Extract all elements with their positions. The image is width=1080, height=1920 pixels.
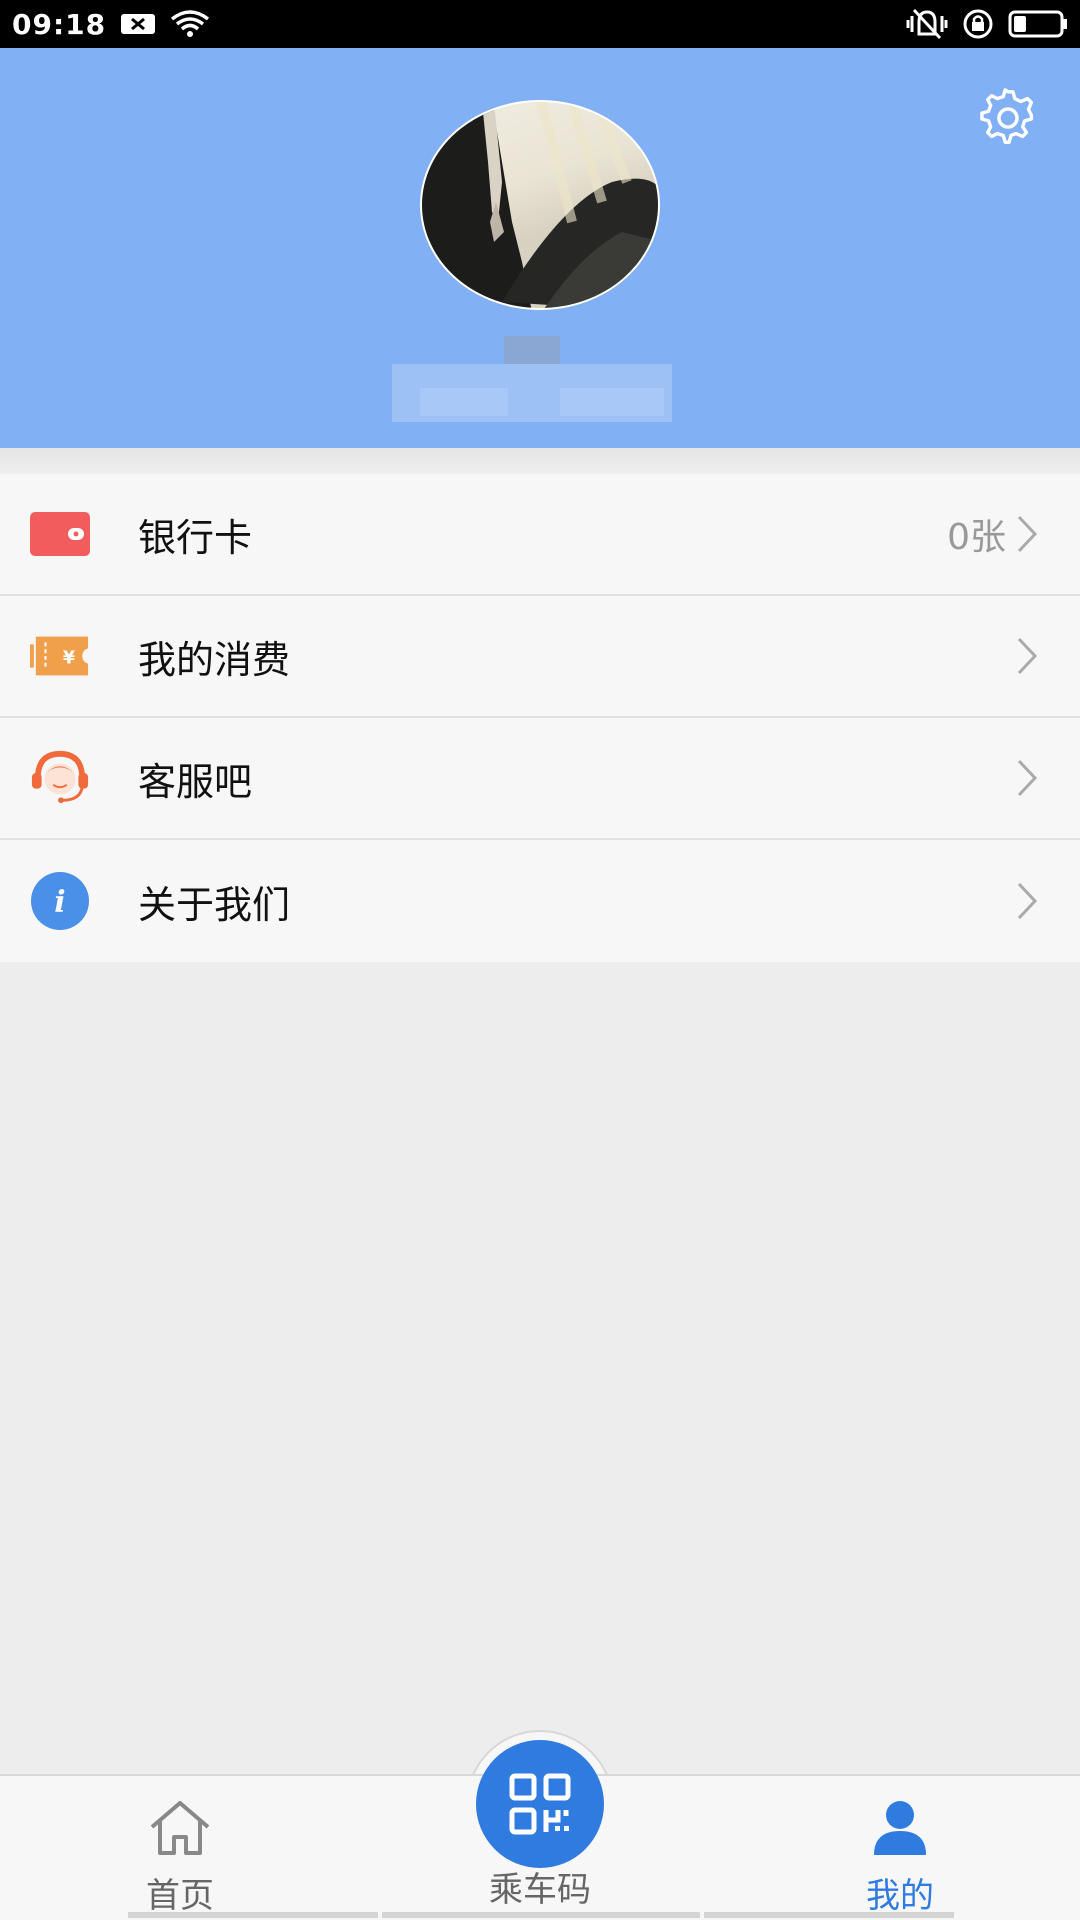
- nav-me-label: 我的: [866, 1876, 934, 1916]
- rotation-lock-icon: [962, 8, 994, 40]
- menu-item-bank-card[interactable]: 银行卡 0张: [0, 474, 1080, 596]
- bank-card-count: 0张: [947, 517, 1006, 558]
- status-time: 09:18: [12, 7, 107, 41]
- svg-text:i: i: [54, 885, 65, 920]
- chevron-right-icon: [1016, 636, 1038, 676]
- svg-text:¥: ¥: [63, 649, 75, 669]
- vibrate-icon: [906, 8, 948, 40]
- home-indicator: [128, 1912, 378, 1918]
- settings-button[interactable]: [976, 86, 1040, 150]
- ride-code-button[interactable]: [476, 1740, 604, 1868]
- wifi-icon: [170, 9, 210, 39]
- home-indicator: [382, 1912, 700, 1918]
- username-redacted: [392, 336, 672, 440]
- menu-item-label: 我的消费: [138, 637, 291, 682]
- menu-item-customer-service[interactable]: 客服吧: [0, 718, 1080, 840]
- nav-me[interactable]: 我的: [770, 1776, 1030, 1920]
- menu-item-label: 银行卡: [138, 515, 253, 560]
- gear-icon: [978, 88, 1038, 148]
- wallet-icon: [30, 504, 90, 564]
- divider: [0, 448, 1080, 474]
- menu-item-about-us[interactable]: i 关于我们: [0, 840, 1080, 962]
- nav-home-label: 首页: [146, 1876, 214, 1916]
- nav-home[interactable]: 首页: [50, 1776, 310, 1920]
- avatar[interactable]: [420, 100, 660, 310]
- chevron-right-icon: [1016, 514, 1038, 554]
- qr-code-icon: [508, 1772, 572, 1836]
- menu-item-label: 关于我们: [138, 882, 291, 927]
- nav-ride-label[interactable]: 乘车码: [410, 1862, 670, 1911]
- customer-service-icon: [30, 748, 90, 808]
- status-bar: 09:18: [0, 0, 1080, 48]
- chevron-right-icon: [1016, 881, 1038, 921]
- profile-header: [0, 48, 1080, 448]
- ticket-icon: ¥: [30, 626, 90, 686]
- home-indicator: [704, 1912, 954, 1918]
- menu-item-my-consumption[interactable]: ¥ 我的消费: [0, 596, 1080, 718]
- menu-list: 银行卡 0张 ¥ 我的消费 客服吧 i 关于我们: [0, 474, 1080, 962]
- notification-x-icon: [120, 12, 156, 36]
- battery-icon: [1008, 10, 1068, 38]
- user-icon: [872, 1796, 928, 1860]
- home-icon: [148, 1796, 212, 1860]
- info-icon: i: [30, 871, 90, 931]
- menu-item-label: 客服吧: [138, 759, 253, 804]
- chevron-right-icon: [1016, 758, 1038, 798]
